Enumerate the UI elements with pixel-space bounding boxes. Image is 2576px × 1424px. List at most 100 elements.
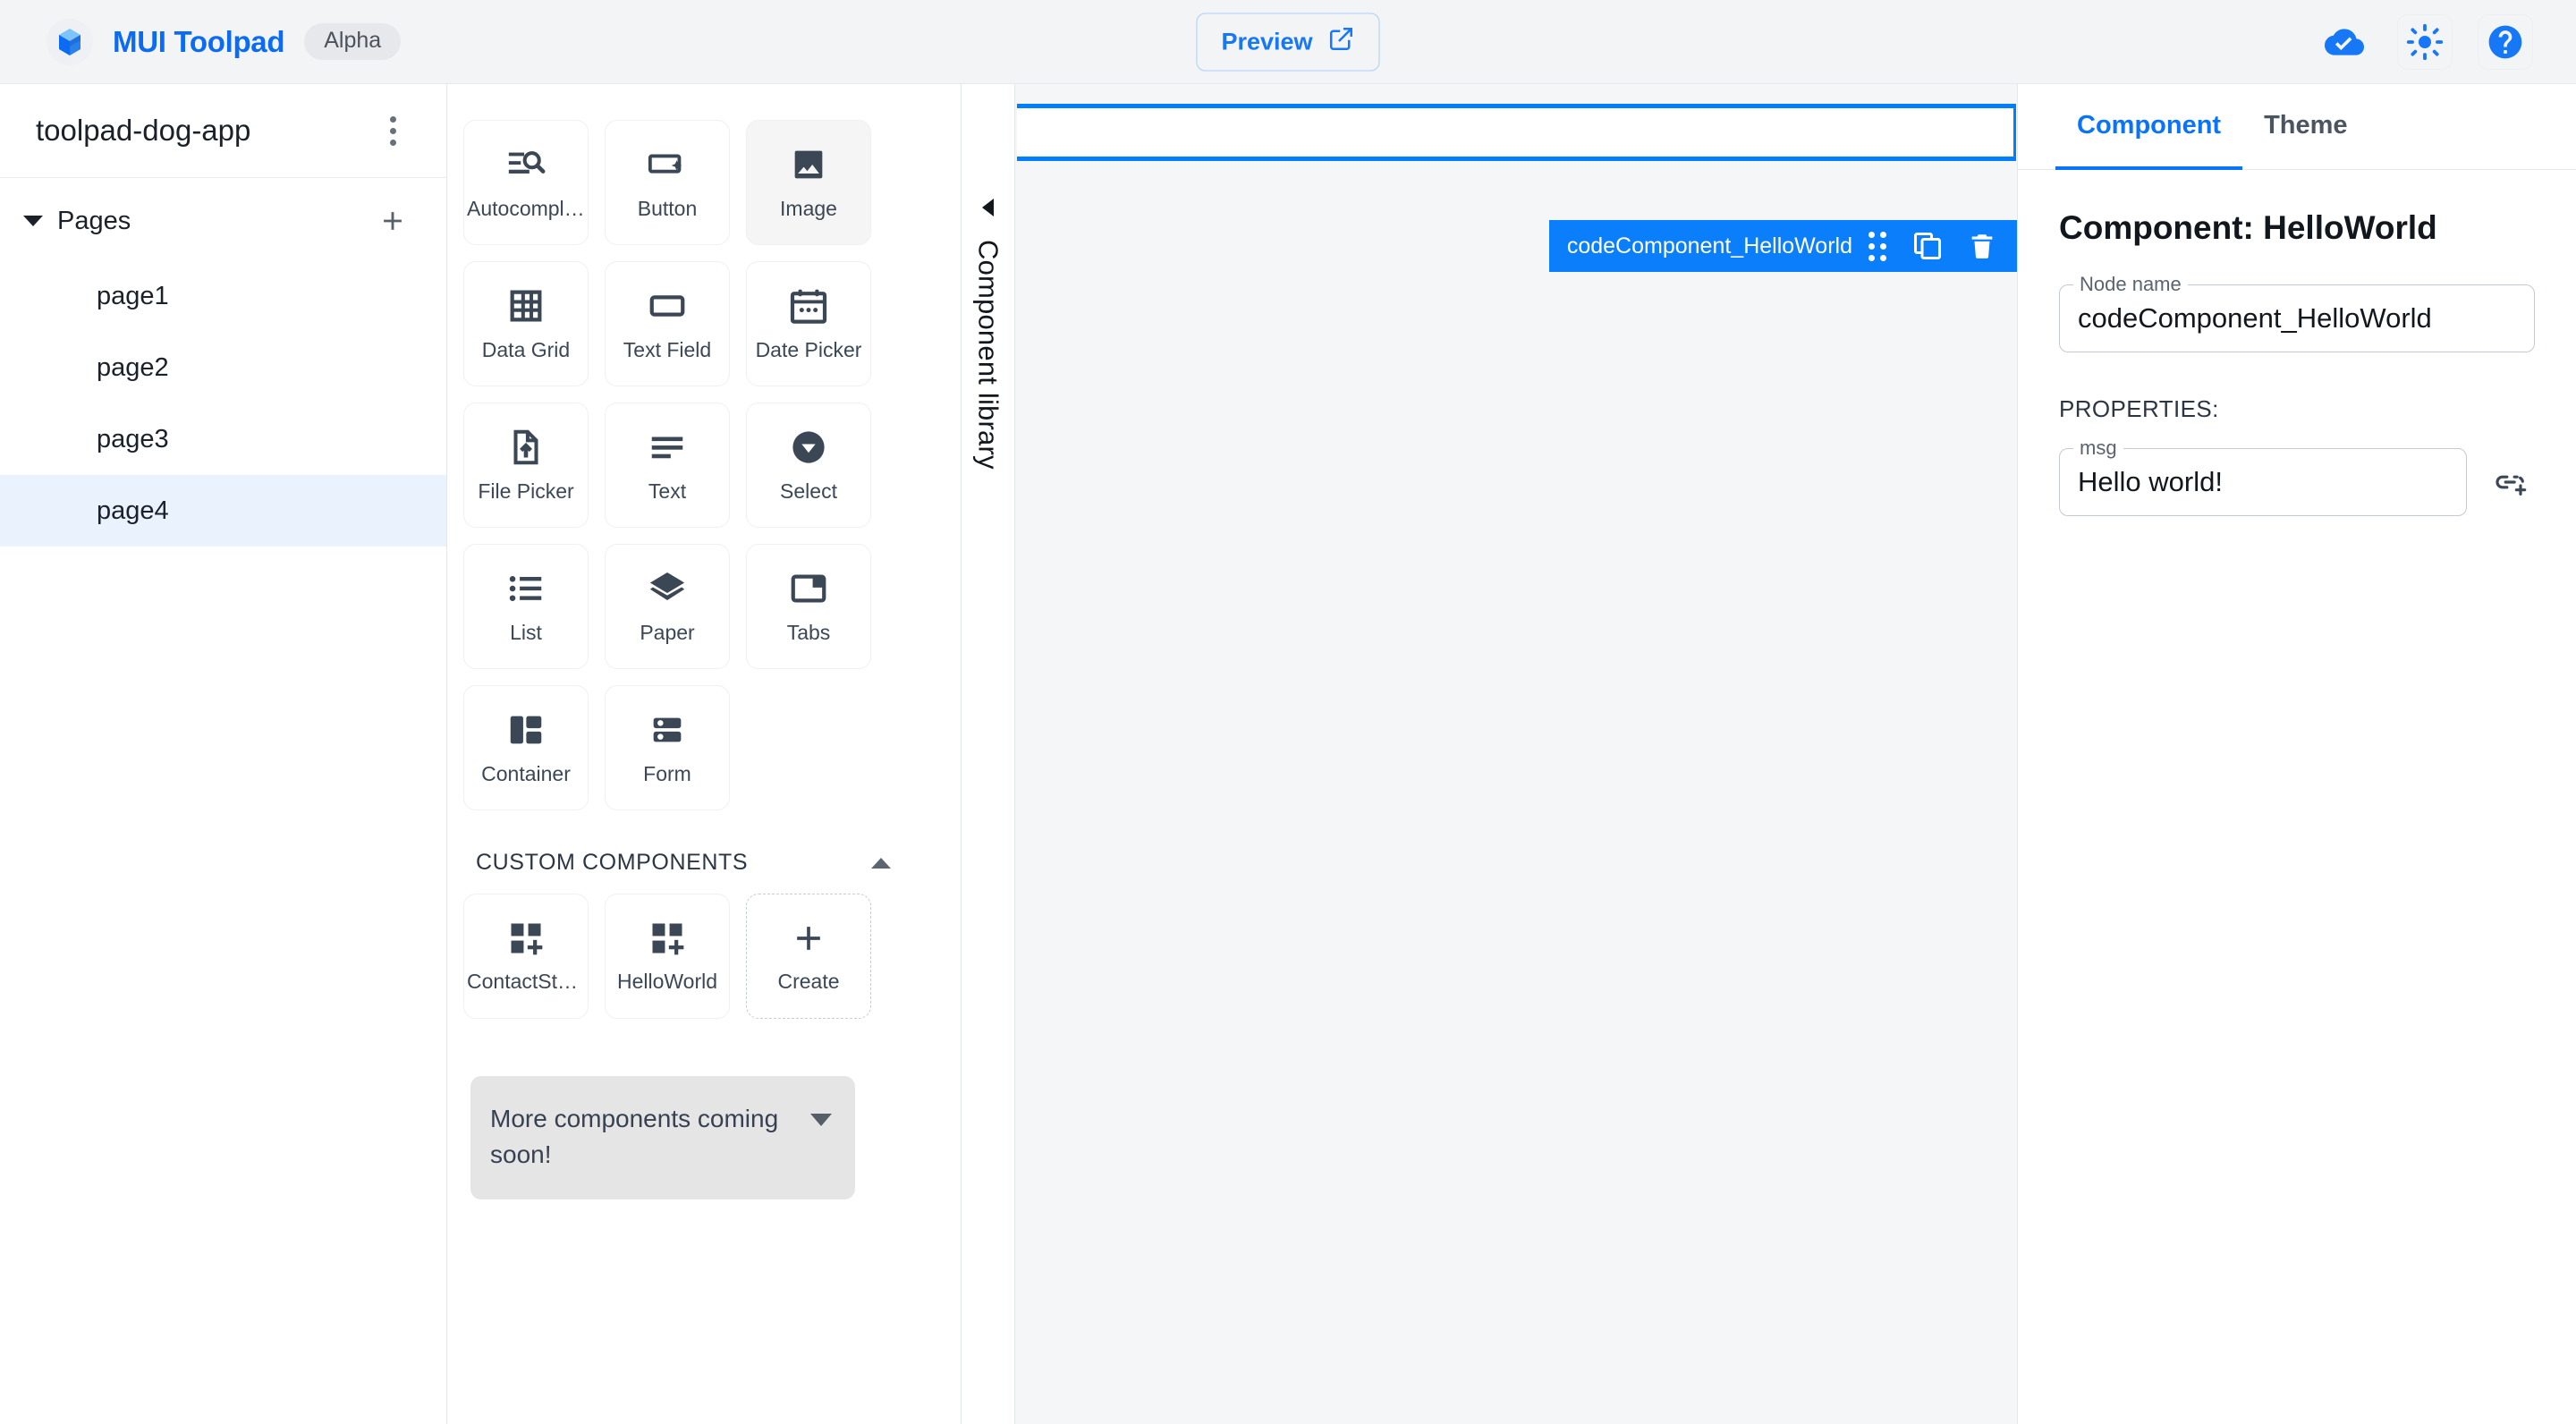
header-actions [2317,13,2576,70]
component-tile-label: Date Picker [755,338,862,361]
form-icon [647,709,688,750]
component-tile-label: Text [648,479,687,503]
msg-field: msg [2059,437,2467,516]
selected-component-outline[interactable] [1017,104,2016,161]
data-grid-icon [505,285,547,326]
preview-button[interactable]: Preview [1196,13,1380,71]
component-tile-label: Tabs [786,621,831,644]
custom-component-tile-helloworld[interactable]: HelloWorld [605,894,730,1019]
sidebar-item-page2[interactable]: page2 [0,332,446,403]
cloud-done-icon[interactable] [2317,14,2372,70]
sidebar-item-page3[interactable]: page3 [0,403,446,475]
plus-icon [789,919,828,958]
container-icon [505,709,547,750]
component-tile-text[interactable]: Text [605,403,730,528]
component-tile-date-picker[interactable]: Date Picker [746,261,871,386]
custom-component-label: ContactSta... [467,970,585,993]
component-tile-paper[interactable]: Paper [605,544,730,669]
custom-component-tile-contactstack[interactable]: ContactSta... [463,894,589,1019]
copy-icon[interactable] [1911,230,1944,262]
tab-label: Theme [2264,110,2348,140]
date-picker-icon [788,285,829,326]
tab-label: Component [2077,110,2222,140]
component-tile-label: Paper [640,621,695,644]
component-tile-autocomplete[interactable]: Autocomplete [463,120,589,245]
toolpad-editor-window: MUI Toolpad Alpha Preview toolpad-dog-ap… [0,0,2576,1424]
component-tile-grid: Autocomplete Button Image Data Grid Text… [463,120,911,810]
component-tile-list[interactable]: List [463,544,589,669]
drag-handle-dots-icon[interactable] [1868,231,1886,261]
add-link-binding-icon[interactable] [2487,458,2535,506]
app-header: MUI Toolpad Alpha Preview [0,0,2576,84]
selection-toolbar: codeComponent_HelloWorld [1548,220,2017,272]
add-page-button[interactable] [369,198,416,244]
page-item-label: page3 [97,424,169,453]
node-name-field: Node name [2059,273,2535,352]
component-tile-container[interactable]: Container [463,685,589,810]
toolpad-cube-logo-icon [47,18,93,65]
sidebar-item-page4[interactable]: page4 [0,475,446,547]
help-circle-icon[interactable] [2478,13,2533,70]
component-tile-label: Container [481,762,571,785]
inspector-title: Component: HelloWorld [2059,209,2437,246]
page-item-label: page1 [97,281,169,310]
component-library-rail: Component library [962,84,1015,1424]
paper-layers-icon [647,568,688,609]
component-tile-image[interactable]: Image [746,120,871,245]
brightness-sun-icon[interactable] [2397,13,2453,70]
page-canvas[interactable]: codeComponent_HelloWorld [1015,84,2018,1424]
inspector-content: Component: HelloWorld Node name PROPERTI… [2018,170,2576,516]
open-in-new-icon [1328,25,1355,58]
component-tile-label: Autocomplete [467,197,585,220]
inspector-panel: Component Theme Component: HelloWorld No… [2018,84,2576,1424]
text-icon [647,427,688,468]
list-icon [505,568,547,609]
component-tile-button[interactable]: Button [605,120,730,245]
page-item-label: page2 [97,352,169,382]
tabs-icon [788,568,829,609]
brand-area: MUI Toolpad Alpha [0,18,402,65]
more-vertical-icon[interactable] [369,107,416,154]
create-custom-component-tile[interactable]: Create [746,894,871,1019]
button-icon [647,144,688,185]
custom-component-label: HelloWorld [616,970,718,993]
component-tile-tabs[interactable]: Tabs [746,544,871,669]
preview-button-label: Preview [1221,28,1313,55]
custom-components-title: CUSTOM COMPONENTS [476,850,749,875]
component-tile-data-grid[interactable]: Data Grid [463,261,589,386]
file-picker-icon [505,427,547,468]
app-sidebar: toolpad-dog-app Pages page1 page2 page3 … [0,84,447,1424]
trash-icon[interactable] [1967,231,1997,261]
tab-theme[interactable]: Theme [2242,84,2368,170]
component-tile-file-picker[interactable]: File Picker [463,403,589,528]
text-field-icon [647,285,688,326]
component-tile-label: Data Grid [481,338,571,361]
component-tile-select[interactable]: Select [746,403,871,528]
select-icon [788,427,829,468]
component-tile-label: Button [637,197,698,220]
sidebar-item-page1[interactable]: page1 [0,260,446,332]
custom-components-header: CUSTOM COMPONENTS [463,850,911,876]
component-tile-label: Image [780,197,837,220]
app-title: toolpad-dog-app [36,114,251,147]
page-item-label: page4 [97,496,169,525]
tab-component[interactable]: Component [2055,84,2243,170]
component-tile-text-field[interactable]: Text Field [605,261,730,386]
chevron-down-icon [810,1114,832,1126]
more-components-accordion[interactable]: More components coming soon! [470,1076,855,1199]
custom-component-icon [506,919,546,958]
component-tile-label: List [510,621,542,644]
component-tile-form[interactable]: Form [605,685,730,810]
property-row-msg: msg [2059,437,2535,516]
custom-component-grid: ContactSta... HelloWorld Create [463,894,911,1019]
properties-section-label: PROPERTIES: [2059,395,2219,422]
brand-name: MUI Toolpad [113,24,285,58]
custom-component-icon [648,919,687,958]
autocomplete-icon [505,144,547,185]
chevron-down-icon[interactable] [23,216,43,226]
chevron-up-icon[interactable] [871,857,891,869]
component-tile-label: Form [643,762,691,785]
selection-node-name: codeComponent_HelloWorld [1566,233,1852,259]
chevron-left-icon[interactable] [982,199,994,216]
component-tile-label: Text Field [623,338,712,361]
